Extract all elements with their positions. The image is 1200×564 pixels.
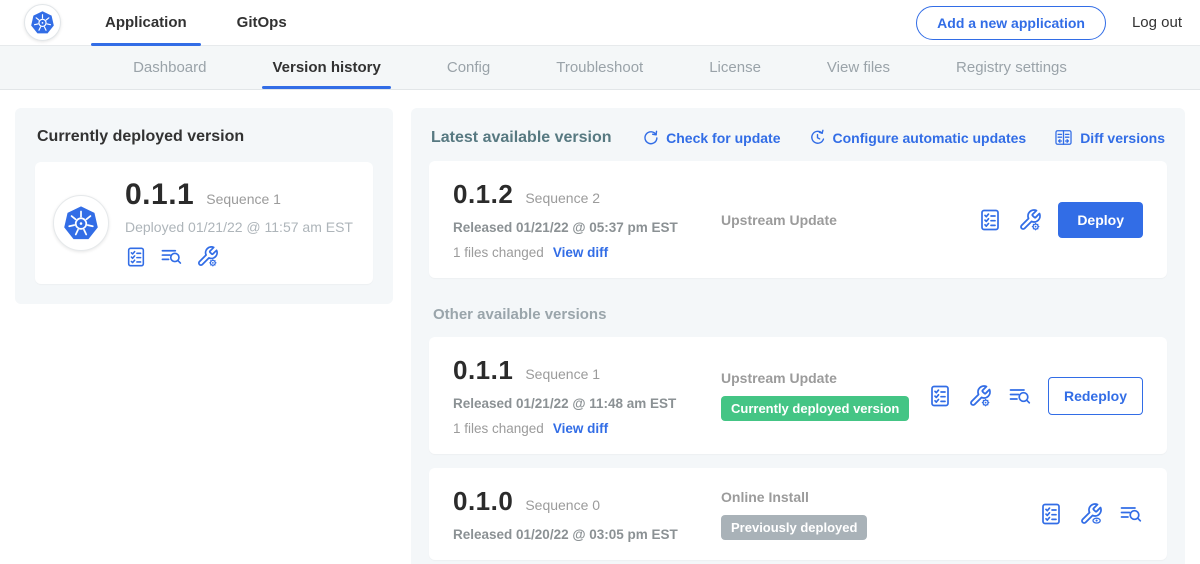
edit-config-icon[interactable] [196,245,219,268]
latest-version-header: Latest available version Check for updat… [429,126,1167,147]
check-for-update-label: Check for update [666,130,780,146]
kubernetes-logo [24,4,61,41]
tab-registry-settings[interactable]: Registry settings [952,46,1071,89]
version-actions: Check for update Configure automatic upd… [642,128,1165,147]
edit-config-icon[interactable] [968,384,992,408]
view-diff-link[interactable]: View diff [553,245,608,260]
version-actions [1039,502,1143,526]
deployed-version-number: 0.1.1 [125,178,194,212]
files-changed-label: 1 files changed [453,245,544,260]
version-card-0-1-0: 0.1.0 Sequence 0 Released 01/20/22 @ 03:… [429,468,1167,560]
view-diff-link[interactable]: View diff [553,421,608,436]
sequence-label: Sequence 0 [525,497,600,513]
refresh-icon [642,129,659,146]
check-for-update-link[interactable]: Check for update [642,128,780,147]
version-number: 0.1.2 [453,179,513,210]
redeploy-button[interactable]: Redeploy [1048,377,1143,415]
source-label: Upstream Update [721,212,978,228]
tab-registry-settings-label: Registry settings [956,59,1067,76]
tab-troubleshoot[interactable]: Troubleshoot [552,46,647,89]
tab-view-files[interactable]: View files [823,46,894,89]
released-timestamp: Released 01/21/22 @ 11:48 am EST [453,396,701,411]
deployed-timestamp: Deployed 01/21/22 @ 11:57 am EST [125,219,353,235]
preflight-checks-icon[interactable] [928,384,952,408]
currently-deployed-title: Currently deployed version [37,128,373,146]
version-card-0-1-1: 0.1.1 Sequence 1 Released 01/21/22 @ 11:… [429,337,1167,454]
sequence-label: Sequence 2 [525,190,600,206]
app-subnav: Dashboard Version history Config Trouble… [0,46,1200,90]
source-label: Upstream Update [721,370,928,386]
deploy-button[interactable]: Deploy [1058,202,1143,238]
view-logs-icon[interactable] [1008,384,1032,408]
released-timestamp: Released 01/21/22 @ 05:37 pm EST [453,220,701,235]
diff-icon [1054,128,1073,147]
tab-license-label: License [709,59,761,76]
tab-dashboard[interactable]: Dashboard [129,46,210,89]
app-logo-kubernetes-icon [53,195,109,251]
source-label: Online Install [721,489,1039,505]
deployed-card-body: 0.1.1 Sequence 1 Deployed 01/21/22 @ 11:… [125,178,353,268]
tab-dashboard-label: Dashboard [133,59,206,76]
top-navbar: Application GitOps Add a new application… [0,0,1200,46]
tab-version-history[interactable]: Version history [268,46,384,89]
tab-config-label: Config [447,59,490,76]
logout-link[interactable]: Log out [1132,14,1182,31]
version-info: 0.1.2 Sequence 2 Released 01/21/22 @ 05:… [453,179,701,260]
edit-config-icon[interactable] [1018,208,1042,232]
sequence-label: Sequence 1 [525,366,600,382]
tab-version-history-label: Version history [272,59,380,76]
tab-license[interactable]: License [705,46,765,89]
main-content: Currently deployed version 0.1.1 Sequenc… [0,90,1200,564]
view-logs-icon[interactable] [160,245,183,268]
add-application-button[interactable]: Add a new application [916,6,1106,40]
files-changed-label: 1 files changed [453,421,544,436]
navbar-right: Add a new application Log out [916,0,1182,45]
diff-versions-link[interactable]: Diff versions [1054,128,1165,147]
configure-automatic-updates-link[interactable]: Configure automatic updates [809,128,1027,147]
version-actions: Redeploy [928,377,1143,415]
tab-view-files-label: View files [827,59,890,76]
previously-deployed-badge: Previously deployed [721,515,867,540]
version-source: Upstream Update [701,212,978,228]
tab-config[interactable]: Config [443,46,494,89]
view-config-icon[interactable] [1079,502,1103,526]
deployed-sequence-label: Sequence 1 [206,191,281,207]
version-actions: Deploy [978,202,1143,238]
version-number: 0.1.0 [453,486,513,517]
nav-tab-gitops-label: GitOps [237,14,287,31]
currently-deployed-card: 0.1.1 Sequence 1 Deployed 01/21/22 @ 11:… [35,162,373,284]
version-source: Upstream Update Currently deployed versi… [701,370,928,421]
app-nav-tabs: Application GitOps [91,0,323,45]
nav-tab-application[interactable]: Application [91,0,201,45]
nav-tab-application-label: Application [105,14,187,31]
preflight-checks-icon[interactable] [978,208,1002,232]
view-logs-icon[interactable] [1119,502,1143,526]
version-history-panel: Latest available version Check for updat… [411,108,1185,564]
version-info: 0.1.1 Sequence 1 Released 01/21/22 @ 11:… [453,355,701,436]
version-source: Online Install Previously deployed [701,489,1039,540]
tab-troubleshoot-label: Troubleshoot [556,59,643,76]
latest-version-title: Latest available version [431,129,612,147]
currently-deployed-badge: Currently deployed version [721,396,909,421]
other-versions-title: Other available versions [433,306,1167,323]
preflight-checks-icon[interactable] [1039,502,1063,526]
released-timestamp: Released 01/20/22 @ 03:05 pm EST [453,527,701,542]
configure-automatic-updates-label: Configure automatic updates [833,130,1027,146]
auto-update-icon [809,129,826,146]
diff-versions-label: Diff versions [1080,130,1165,146]
version-info: 0.1.0 Sequence 0 Released 01/20/22 @ 03:… [453,486,701,542]
version-card-0-1-2: 0.1.2 Sequence 2 Released 01/21/22 @ 05:… [429,161,1167,278]
nav-tab-gitops[interactable]: GitOps [223,0,301,45]
preflight-checks-icon[interactable] [125,246,147,268]
currently-deployed-panel: Currently deployed version 0.1.1 Sequenc… [15,108,393,304]
version-number: 0.1.1 [453,355,513,386]
